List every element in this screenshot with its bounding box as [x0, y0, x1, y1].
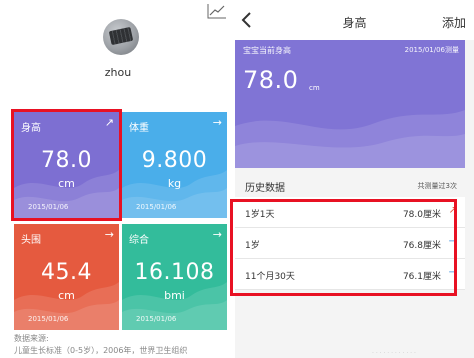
- tile-label: 身高: [21, 123, 41, 134]
- history-row[interactable]: 1岁 76.8厘米 →: [235, 228, 465, 259]
- history-list: 1岁1天 78.0厘米 ↗ 1岁 76.8厘米 → 11个月30天 76.1厘米…: [235, 197, 465, 290]
- head-circumference-tile[interactable]: 头围 → 45.4 cm 2015/01/06: [14, 224, 119, 330]
- history-header: 历史数据 共测量过3次: [235, 174, 465, 196]
- add-button[interactable]: 添加: [442, 14, 466, 31]
- measure-date: 2015/01/06测量: [404, 46, 459, 54]
- trend-up-arrow-icon: ↗: [104, 116, 114, 129]
- tile-label: 头围: [21, 235, 41, 246]
- trend-right-arrow-icon: →: [448, 236, 457, 247]
- tile-unit: cm: [58, 177, 75, 190]
- username: zhou: [104, 66, 132, 79]
- tile-value: 9.800: [141, 148, 208, 173]
- trend-right-arrow-icon: →: [212, 116, 222, 129]
- footer-watermark: · · · · · · · · · · · ·: [372, 350, 416, 357]
- tile-label: 综合: [129, 235, 149, 246]
- tile-date: 2015/01/06: [28, 203, 69, 211]
- history-title: 历史数据: [245, 183, 285, 194]
- row-age: 11个月30天: [245, 272, 295, 282]
- navigation-bar: 身高 添加: [235, 0, 474, 40]
- row-value: 76.1厘米: [402, 272, 441, 282]
- page-title: 身高: [342, 16, 367, 30]
- tile-date: 2015/01/06: [28, 315, 69, 323]
- tile-value: 78.0: [41, 148, 92, 173]
- height-tile[interactable]: 身高 ↗ 78.0 cm 2015/01/06: [14, 112, 119, 218]
- current-height-card: 宝宝当前身高 2015/01/06测量 78.0 cm: [235, 40, 465, 168]
- current-height-value: 78.0: [243, 66, 299, 94]
- history-row[interactable]: 11个月30天 76.1厘米 →: [235, 259, 465, 290]
- tile-unit: kg: [167, 177, 182, 190]
- card-wave-decoration: [235, 110, 465, 168]
- profile-screen: zhou 身高 ↗ 78.0 cm 2015/01/06 体重 → 9.800 …: [0, 0, 236, 358]
- trend-right-arrow-icon: →: [448, 267, 457, 278]
- history-row[interactable]: 1岁1天 78.0厘米 ↗: [235, 197, 465, 228]
- tile-unit: cm: [58, 289, 75, 302]
- avatar[interactable]: [103, 19, 139, 55]
- tile-date: 2015/01/06: [136, 203, 177, 211]
- tile-value: 45.4: [41, 260, 92, 285]
- current-height-label: 宝宝当前身高: [243, 46, 291, 55]
- trend-right-arrow-icon: →: [212, 228, 222, 241]
- current-height-unit: cm: [309, 84, 320, 92]
- data-source-label: 数据来源:: [14, 334, 49, 343]
- row-value: 76.8厘米: [402, 241, 441, 251]
- row-age: 1岁: [245, 241, 260, 251]
- tile-label: 体重: [129, 123, 149, 134]
- data-source-text: 儿童生长标准（0-5岁），2006年，世界卫生组织: [14, 346, 188, 355]
- row-value: 78.0厘米: [402, 210, 441, 220]
- tile-date: 2015/01/06: [136, 315, 177, 323]
- trend-right-arrow-icon: →: [104, 228, 114, 241]
- measure-count: 共测量过3次: [417, 182, 457, 190]
- tile-unit: bmi: [164, 289, 185, 302]
- trend-chart-icon[interactable]: [207, 3, 227, 19]
- tile-value: 16.108: [134, 260, 215, 285]
- bmi-tile[interactable]: 综合 → 16.108 bmi 2015/01/06: [122, 224, 227, 330]
- row-age: 1岁1天: [245, 210, 275, 220]
- height-detail-screen: 身高 添加 宝宝当前身高 2015/01/06测量 78.0 cm 历史数据 共…: [235, 0, 474, 358]
- trend-up-arrow-icon: ↗: [448, 205, 457, 216]
- weight-tile[interactable]: 体重 → 9.800 kg 2015/01/06: [122, 112, 227, 218]
